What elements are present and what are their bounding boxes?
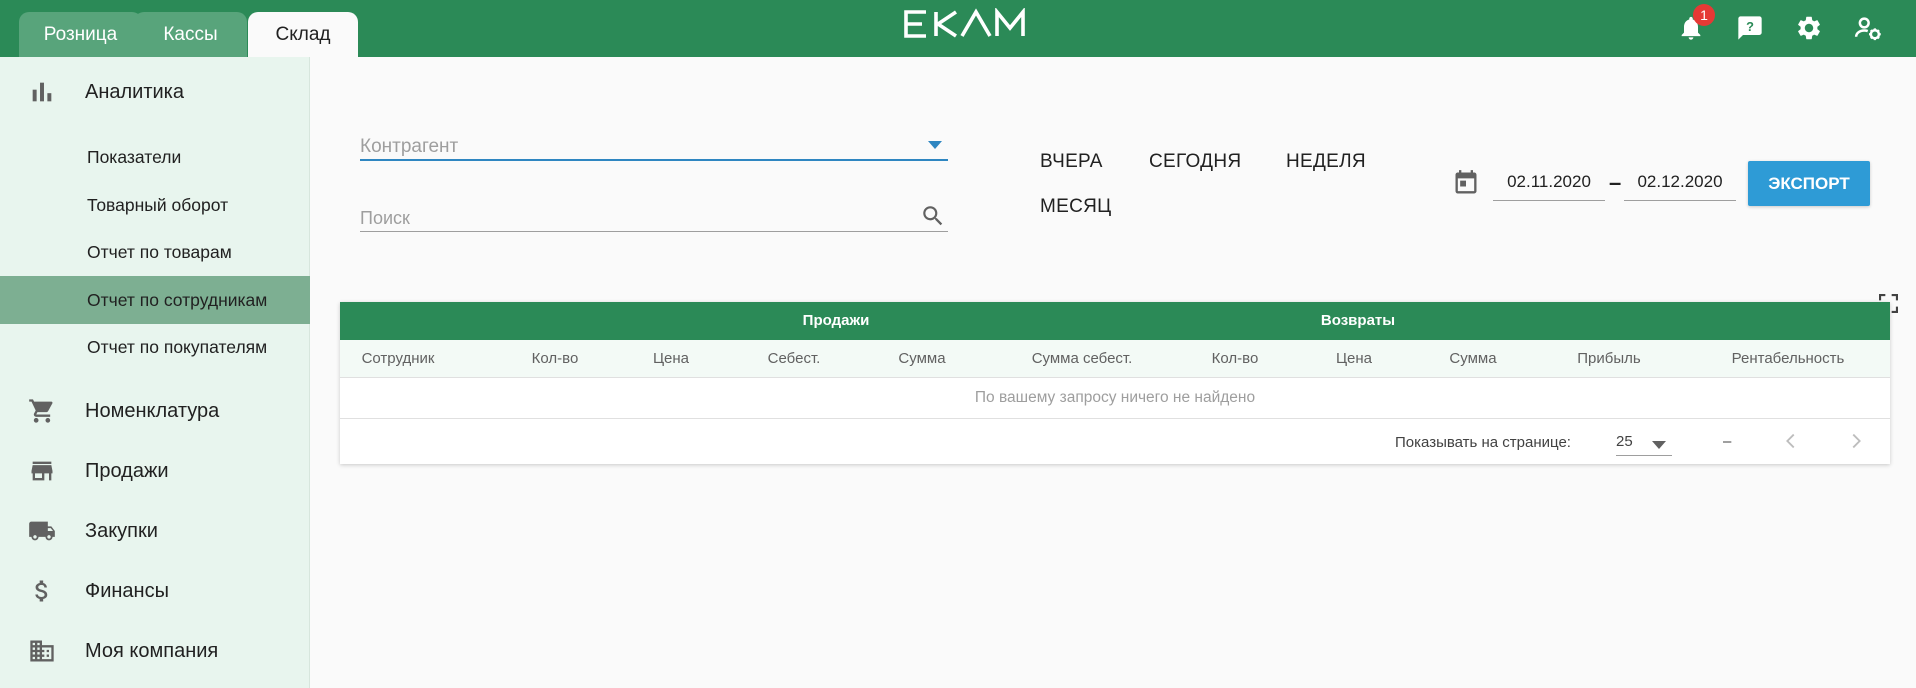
sidebar-subitem-label: Отчет по товарам <box>87 241 232 262</box>
sidebar-item-label: Финансы <box>85 579 169 602</box>
sidebar-item-purchases[interactable]: Закупки <box>0 503 310 559</box>
settings-button[interactable] <box>1792 11 1826 45</box>
sidebar-subitem-customers-report[interactable]: Отчет по покупателям <box>0 323 310 371</box>
svg-text:?: ? <box>1746 19 1754 34</box>
tab-cash-registers[interactable]: Кассы <box>134 12 247 57</box>
top-bar: Розница Кассы Склад 1 ? <box>0 0 1916 57</box>
ekam-logo <box>904 8 1025 38</box>
sidebar-item-label: Номенклатура <box>85 399 220 422</box>
export-button[interactable]: ЭКСПОРТ <box>1748 161 1870 206</box>
column-header-sales-qty[interactable]: Кол-во <box>532 350 579 367</box>
calendar-icon[interactable] <box>1452 169 1480 197</box>
period-yesterday-button[interactable]: ВЧЕРА <box>1040 151 1103 173</box>
building-icon <box>30 640 54 662</box>
sidebar-subitem-label: Товарный оборот <box>87 194 229 215</box>
chevron-left-icon[interactable] <box>1780 430 1802 452</box>
sidebar-item-finances[interactable]: Финансы <box>0 563 310 619</box>
employees-report-table: Продажи Возвраты Сотрудник Кол-во Цена С… <box>340 302 1890 464</box>
notification-badge: 1 <box>1693 4 1715 26</box>
rows-per-page-label: Показывать на странице: <box>1395 434 1571 451</box>
help-button[interactable]: ? <box>1733 11 1767 45</box>
sidebar-item-label: Моя компания <box>85 639 219 662</box>
dropdown-arrow-icon[interactable] <box>928 141 942 149</box>
counterparty-select[interactable] <box>360 135 948 161</box>
date-from-field[interactable]: 02.11.2020 <box>1493 170 1605 201</box>
column-header-sales-cost-sum[interactable]: Сумма себест. <box>1032 350 1133 367</box>
help-chat-icon: ? <box>1738 16 1762 40</box>
sidebar-subitem-label: Показатели <box>87 146 182 167</box>
gear-icon <box>1798 16 1820 40</box>
column-header-employee[interactable]: Сотрудник <box>362 350 435 367</box>
group-header-sales: Продажи <box>802 312 870 329</box>
user-settings-icon <box>1854 17 1881 41</box>
search-input[interactable] <box>360 205 948 231</box>
sidebar-subitem-indicators[interactable]: Показатели <box>0 133 310 181</box>
chevron-right-icon[interactable] <box>1845 430 1867 452</box>
notifications-button[interactable]: 1 <box>1674 4 1715 45</box>
period-month-button[interactable]: МЕСЯЦ <box>1040 196 1112 218</box>
column-header-sales-price[interactable]: Цена <box>653 350 689 367</box>
sidebar-item-sales[interactable]: Продажи <box>0 443 310 499</box>
sidebar-item-label: Аналитика <box>85 80 184 103</box>
truck-icon <box>29 521 55 541</box>
table-pagination: Показывать на странице: 25 – <box>340 419 1890 464</box>
column-header-sales-cost[interactable]: Себест. <box>768 350 821 367</box>
column-header-returns-sum[interactable]: Сумма <box>1449 350 1496 367</box>
sidebar-item-nomenclature[interactable]: Номенклатура <box>0 383 310 439</box>
sidebar-subitem-employees-report[interactable]: Отчет по сотрудникам <box>0 276 310 324</box>
group-header-returns: Возвраты <box>1320 312 1396 329</box>
date-to-field[interactable]: 02.12.2020 <box>1624 170 1736 201</box>
dollar-icon <box>35 580 48 602</box>
search-icon[interactable] <box>920 203 946 229</box>
store-icon <box>31 461 53 481</box>
search-field[interactable] <box>360 205 948 232</box>
rows-per-page-value: 25 <box>1616 433 1633 450</box>
column-header-sales-sum[interactable]: Сумма <box>898 350 945 367</box>
table-column-header: Сотрудник Кол-во Цена Себест. Сумма Сумм… <box>340 340 1890 378</box>
sidebar-subitem-label: Отчет по покупателям <box>87 336 268 357</box>
sidebar-item-my-company[interactable]: Моя компания <box>0 623 310 679</box>
chevron-down-icon <box>1652 441 1666 449</box>
tab-retail[interactable]: Розница <box>19 12 142 57</box>
column-header-profit[interactable]: Прибыль <box>1577 350 1640 367</box>
counterparty-input[interactable] <box>360 135 948 159</box>
sidebar: Аналитика Показатели Товарный оборот Отч… <box>0 57 310 688</box>
column-header-profitability[interactable]: Рентабельность <box>1732 350 1845 367</box>
sidebar-subitem-goods-report[interactable]: Отчет по товарам <box>0 228 310 276</box>
period-week-button[interactable]: НЕДЕЛЯ <box>1286 151 1366 173</box>
date-range-separator: – <box>1609 170 1622 195</box>
empty-table-message: По вашему запросу ничего не найдено <box>340 378 1890 419</box>
column-header-returns-price[interactable]: Цена <box>1336 350 1372 367</box>
bar-chart-icon <box>32 82 52 102</box>
sidebar-subitem-label: Отчет по сотрудникам <box>87 289 268 310</box>
sidebar-subitem-goods-turnover[interactable]: Товарный оборот <box>0 181 310 229</box>
column-header-returns-qty[interactable]: Кол-во <box>1212 350 1259 367</box>
sidebar-item-label: Продажи <box>85 459 169 482</box>
table-group-header: Продажи Возвраты <box>340 302 1890 340</box>
tab-warehouse[interactable]: Склад <box>248 12 358 57</box>
sidebar-item-label: Закупки <box>85 519 158 542</box>
sidebar-item-analytics[interactable]: Аналитика <box>0 64 310 120</box>
cart-icon <box>29 399 53 423</box>
page-range: – <box>1723 433 1732 450</box>
account-settings-button[interactable] <box>1851 11 1885 45</box>
period-today-button[interactable]: СЕГОДНЯ <box>1149 151 1241 173</box>
rows-per-page-select[interactable]: 25 <box>1616 428 1672 456</box>
